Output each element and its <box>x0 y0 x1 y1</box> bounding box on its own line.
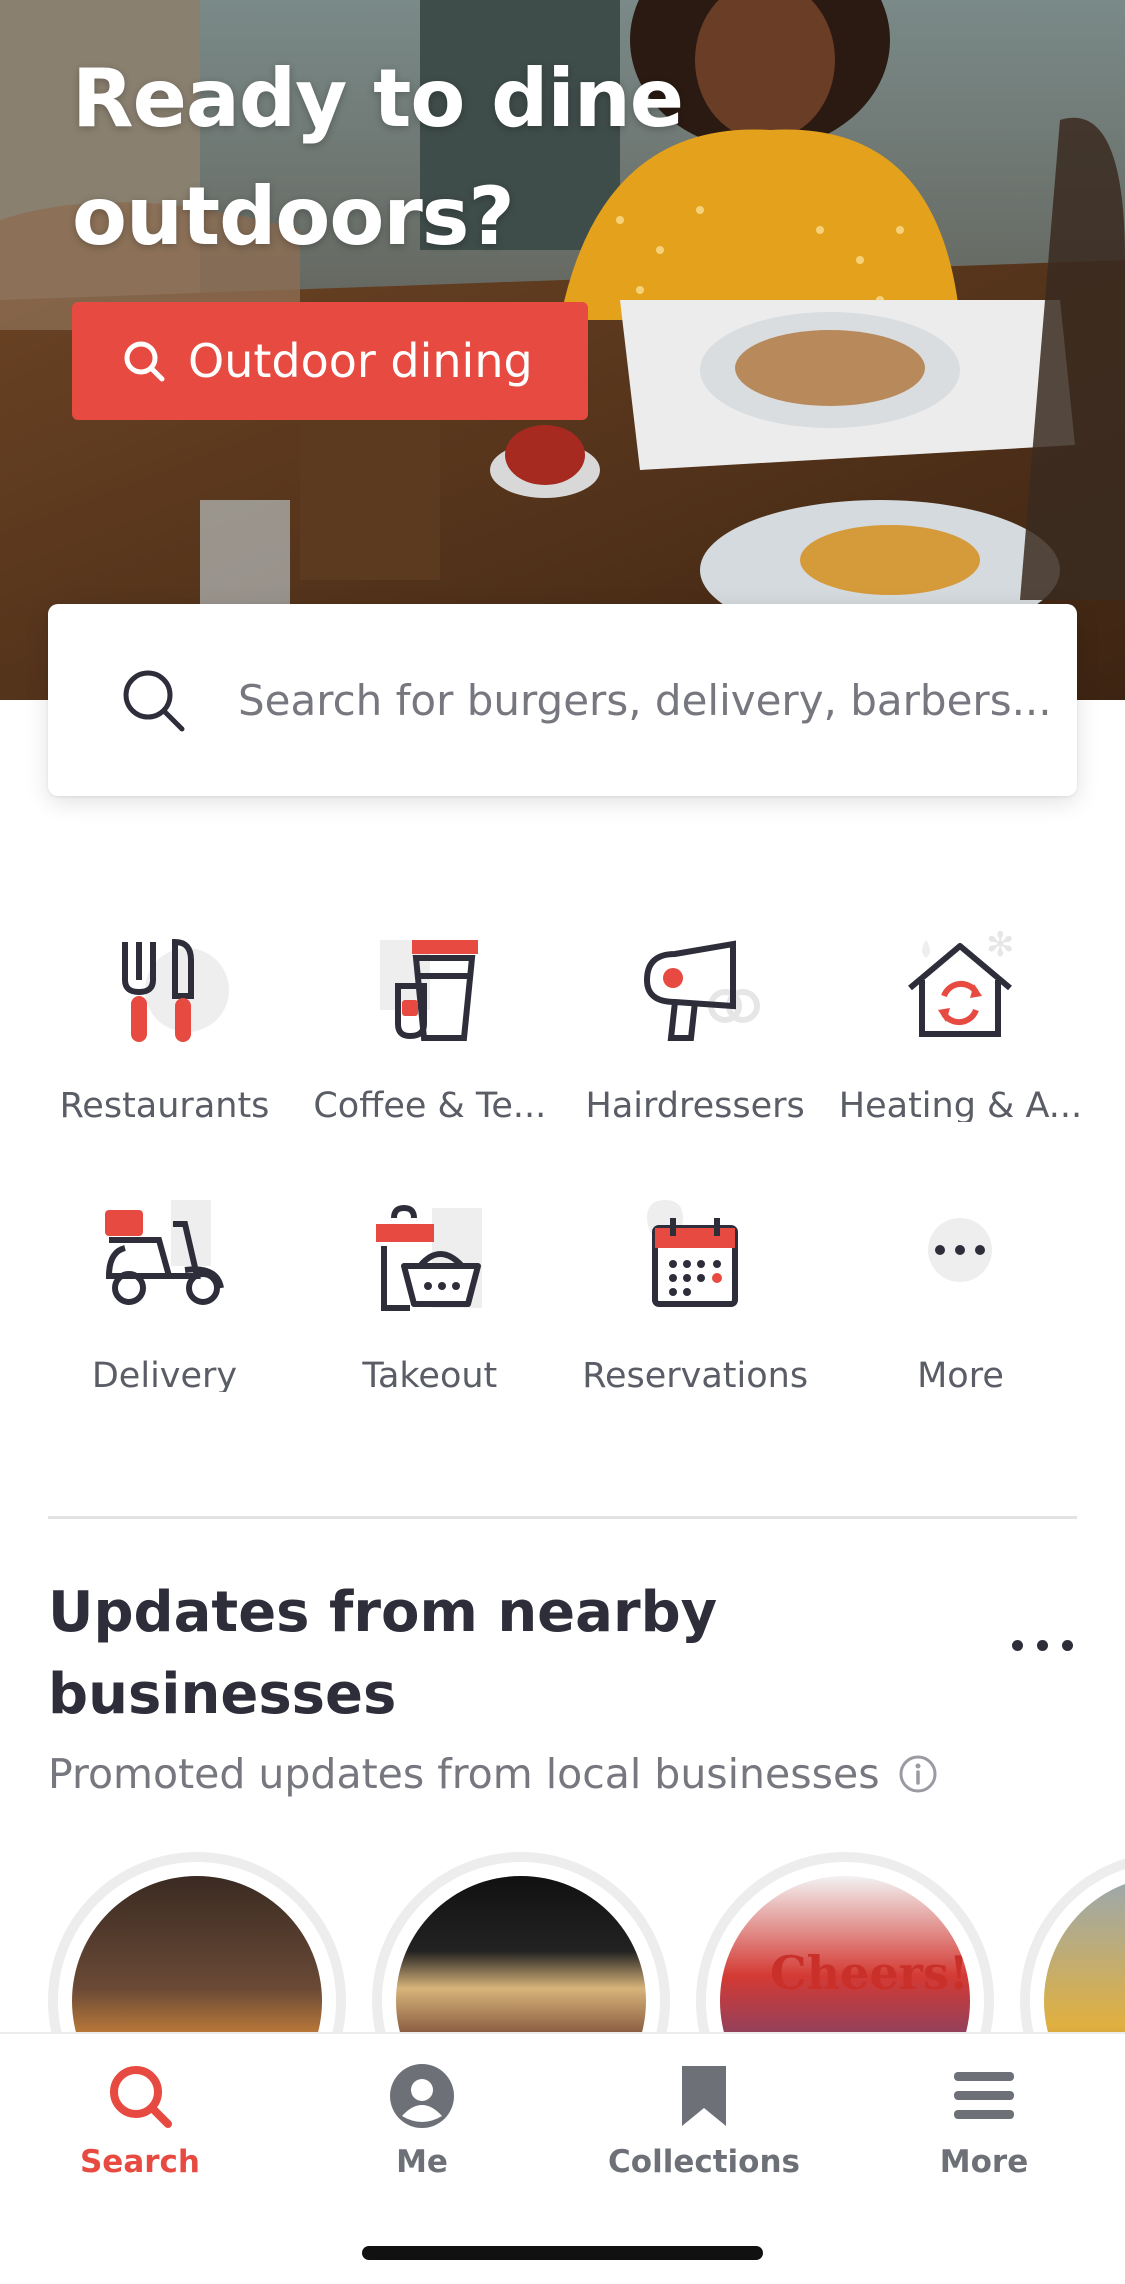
updates-subtitle-row: Promoted updates from local businesses <box>48 1750 938 1798</box>
updates-title: Updates from nearby businesses <box>48 1580 718 1727</box>
search-icon <box>110 2066 172 2128</box>
search-placeholder: Search for burgers, delivery, barbers... <box>238 675 1052 725</box>
hero-title: Ready to dine outdoors? <box>72 52 684 263</box>
calendar-icon <box>647 1200 739 1307</box>
fork-knife-icon <box>121 938 229 1042</box>
category-more[interactable]: More <box>836 1160 1085 1392</box>
dot <box>1037 1640 1048 1651</box>
user-icon <box>390 2064 454 2128</box>
tab-more[interactable]: More <box>874 2062 1094 2180</box>
svg-text:✻: ✻ <box>986 925 1015 965</box>
category-restaurants[interactable]: Restaurants <box>40 890 289 1122</box>
category-label: More <box>917 1356 1004 1392</box>
business-stories: Cheers! <box>48 1852 1125 2150</box>
dot <box>1062 1640 1073 1651</box>
tab-label: Me <box>396 2144 448 2180</box>
category-label: Reservations <box>582 1356 809 1392</box>
tab-collections[interactable]: Collections <box>594 2062 814 2180</box>
category-hairdressers[interactable]: Hairdressers <box>571 890 820 1122</box>
more-dots-icon <box>928 1218 993 1282</box>
tab-label: More <box>939 2144 1029 2180</box>
hair-dryer-icon <box>644 940 761 1041</box>
dot <box>1012 1640 1023 1651</box>
category-delivery[interactable]: Delivery <box>40 1160 289 1392</box>
bookmark-icon <box>682 2066 726 2126</box>
category-label: Restaurants <box>59 1086 270 1122</box>
category-reservations[interactable]: Reservations <box>571 1160 820 1392</box>
menu-icon <box>954 2072 1014 2119</box>
category-label: Delivery <box>91 1356 238 1392</box>
category-takeout[interactable]: Takeout <box>305 1160 554 1392</box>
app-screen: Ready to dine outdoors? Outdoor dining S… <box>0 0 1125 2284</box>
updates-more-button[interactable] <box>1012 1640 1073 1651</box>
section-divider <box>48 1516 1077 1519</box>
category-label: Takeout <box>362 1356 498 1392</box>
takeout-basket-icon <box>375 1204 482 1311</box>
search-icon <box>124 341 165 382</box>
tab-search[interactable]: Search <box>30 2062 250 2180</box>
hero-banner[interactable]: Ready to dine outdoors? Outdoor dining <box>0 0 1125 700</box>
story-text: Cheers! <box>770 1946 969 2000</box>
tab-label: Collections <box>608 2144 800 2180</box>
outdoor-dining-button[interactable]: Outdoor dining <box>72 302 588 420</box>
updates-subtitle: Promoted updates from local businesses <box>48 1750 880 1798</box>
outdoor-dining-label: Outdoor dining <box>188 334 533 388</box>
search-icon <box>123 670 185 732</box>
house-refresh-icon: ✻ <box>908 925 1015 1037</box>
tab-label: Search <box>79 2144 200 2180</box>
category-label: Coffee & Te... <box>313 1086 547 1122</box>
tab-me[interactable]: Me <box>312 2062 532 2180</box>
search-input[interactable]: Search for burgers, delivery, barbers... <box>48 604 1077 796</box>
home-indicator[interactable] <box>362 2246 763 2260</box>
category-label: Heating & A... <box>838 1086 1083 1122</box>
category-coffee-tea[interactable]: Coffee & Te... <box>305 890 554 1122</box>
info-icon[interactable] <box>898 1754 938 1794</box>
category-label: Hairdressers <box>585 1086 805 1122</box>
category-grid: Restaurants Coffee & Te... Hairdressers … <box>40 890 1085 1392</box>
category-heating-ac[interactable]: ✻ Heating & A... <box>836 890 1085 1122</box>
scooter-icon <box>104 1200 224 1305</box>
coffee-cup-icon <box>379 940 478 1041</box>
